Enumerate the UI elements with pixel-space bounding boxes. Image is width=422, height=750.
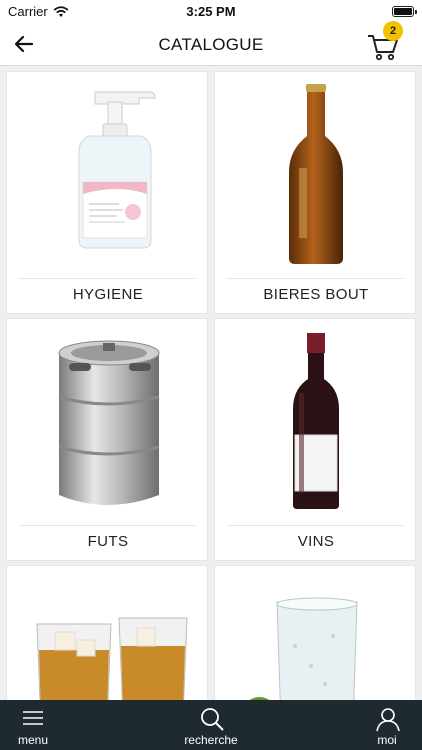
tab-menu-label: menu bbox=[17, 733, 49, 747]
hamburger-menu-icon bbox=[23, 711, 43, 725]
beer-bottle-image bbox=[289, 84, 343, 264]
user-icon bbox=[376, 708, 400, 732]
category-card-softs[interactable] bbox=[214, 565, 416, 700]
category-grid: HYGIENE BIERES BOUT FUTS VINS bbox=[0, 66, 422, 700]
category-card-spirits[interactable] bbox=[6, 565, 208, 700]
soda-glass-image bbox=[249, 597, 358, 700]
search-icon bbox=[201, 708, 224, 731]
status-bar: Carrier 3:25 PM bbox=[0, 0, 422, 22]
hand-sanitizer-image bbox=[78, 91, 156, 249]
tab-bar: menu recherche moi bbox=[0, 700, 422, 750]
card-divider bbox=[19, 278, 195, 279]
tab-profile[interactable]: moi bbox=[342, 700, 422, 750]
card-divider bbox=[227, 525, 403, 526]
tab-search[interactable]: recherche bbox=[166, 700, 256, 750]
tab-profile-label: moi bbox=[377, 733, 397, 747]
battery-icon bbox=[392, 6, 417, 17]
category-card-bieres-bout[interactable]: BIERES BOUT bbox=[214, 71, 416, 314]
whisky-glasses-image bbox=[36, 617, 188, 700]
card-divider bbox=[19, 525, 195, 526]
wine-bottle-image bbox=[293, 333, 339, 509]
category-label-vins: VINS bbox=[297, 533, 335, 550]
category-card-futs[interactable]: FUTS bbox=[6, 318, 208, 561]
nav-bar: CATALOGUE 2 bbox=[0, 21, 422, 66]
card-divider bbox=[227, 278, 403, 279]
category-label-bieres-bout: BIERES BOUT bbox=[263, 286, 369, 303]
keg-image bbox=[58, 340, 160, 505]
tab-menu[interactable]: menu bbox=[0, 700, 78, 750]
status-time: 3:25 PM bbox=[186, 4, 236, 19]
category-card-hygiene[interactable]: HYGIENE bbox=[6, 71, 208, 314]
cart-count-badge: 2 bbox=[383, 21, 403, 41]
page-title: CATALOGUE bbox=[158, 35, 264, 54]
category-label-hygiene: HYGIENE bbox=[72, 286, 144, 303]
tab-search-label: recherche bbox=[184, 733, 238, 747]
category-label-futs: FUTS bbox=[87, 533, 129, 550]
category-card-vins[interactable]: VINS bbox=[214, 318, 416, 561]
